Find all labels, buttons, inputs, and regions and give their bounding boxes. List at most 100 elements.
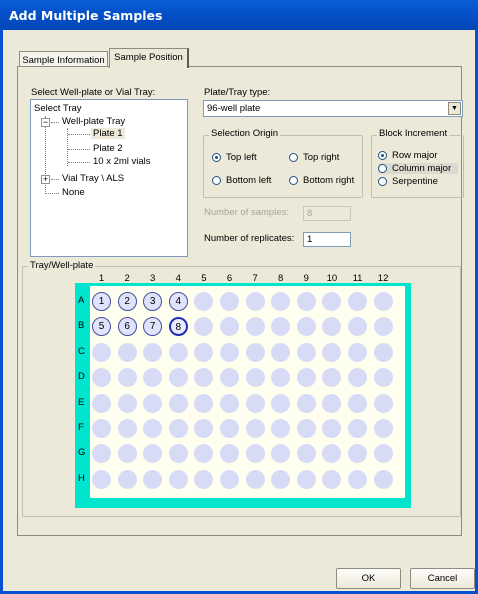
well[interactable]: [92, 419, 111, 438]
tree-item-wellplate[interactable]: Well-plate Tray: [62, 116, 125, 127]
cancel-button[interactable]: Cancel: [410, 568, 475, 589]
well[interactable]: [373, 292, 393, 311]
well[interactable]: [92, 469, 111, 489]
well[interactable]: [271, 342, 291, 362]
block-column-major-radio[interactable]: Column major: [378, 163, 458, 174]
well[interactable]: [296, 419, 316, 438]
origin-bottom-left-radio[interactable]: Bottom left: [212, 175, 271, 186]
well[interactable]: [373, 342, 393, 362]
selected-well[interactable]: 1: [92, 292, 111, 311]
row-label: B: [78, 320, 85, 332]
tree-item-vials[interactable]: 10 x 2ml vials: [93, 156, 151, 167]
well[interactable]: [168, 419, 188, 438]
well[interactable]: [296, 342, 316, 362]
well[interactable]: [168, 342, 188, 362]
well[interactable]: [373, 393, 393, 413]
well[interactable]: [296, 393, 316, 413]
well[interactable]: [220, 469, 239, 489]
radio-dot-icon: [378, 151, 387, 160]
well[interactable]: [296, 292, 316, 311]
selected-well[interactable]: 2: [117, 292, 137, 311]
selection-origin-group: [203, 135, 363, 198]
well[interactable]: [168, 368, 188, 388]
origin-bottom-right-radio[interactable]: Bottom right: [289, 175, 354, 186]
well[interactable]: [143, 342, 163, 362]
origin-top-right-radio[interactable]: Top right: [289, 152, 339, 163]
platetype-select[interactable]: 96-well plate ▼: [203, 100, 463, 117]
well[interactable]: [143, 469, 163, 489]
well[interactable]: [117, 469, 137, 489]
well[interactable]: [117, 342, 137, 362]
block-row-major-radio[interactable]: Row major: [378, 150, 437, 161]
serpentine-label: Serpentine: [392, 176, 438, 187]
selected-well[interactable]: 4: [168, 292, 188, 311]
well[interactable]: [194, 393, 214, 413]
well[interactable]: [245, 368, 265, 388]
well[interactable]: [117, 368, 137, 388]
well[interactable]: [220, 393, 239, 413]
well[interactable]: [245, 292, 265, 311]
well[interactable]: [245, 469, 265, 489]
origin-top-left-radio[interactable]: Top left: [212, 152, 257, 163]
well[interactable]: [373, 444, 393, 464]
collapse-icon[interactable]: −: [41, 118, 50, 127]
well[interactable]: [245, 444, 265, 464]
tree-item-plate2[interactable]: Plate 2: [93, 143, 123, 154]
well[interactable]: [271, 393, 291, 413]
well[interactable]: [92, 342, 111, 362]
column-label: 1: [98, 273, 105, 284]
num-samples-label: Number of samples:: [204, 207, 290, 218]
well[interactable]: [373, 419, 393, 438]
block-serpentine-radio[interactable]: Serpentine: [378, 176, 438, 187]
tab-sample-position[interactable]: Sample Position: [109, 48, 189, 68]
well[interactable]: [168, 393, 188, 413]
selected-well[interactable]: 6: [117, 317, 137, 337]
radio-dot-icon: [212, 176, 221, 185]
well[interactable]: [296, 368, 316, 388]
tree-item-vialtray[interactable]: Vial Tray \ ALS: [62, 173, 124, 184]
well[interactable]: [245, 419, 265, 438]
window-title: Add Multiple Samples: [0, 0, 478, 30]
well[interactable]: [220, 292, 239, 311]
ok-button[interactable]: OK: [336, 568, 401, 589]
expand-icon[interactable]: +: [41, 175, 50, 184]
tray-tree[interactable]: Select Tray − Well-plate Tray Plate 1 Pl…: [30, 99, 188, 257]
radio-dot-icon: [378, 164, 387, 173]
well[interactable]: [117, 393, 137, 413]
well[interactable]: [348, 292, 367, 311]
num-replicates-field[interactable]: 1: [303, 232, 351, 247]
well[interactable]: [143, 393, 163, 413]
well[interactable]: [348, 342, 367, 362]
well[interactable]: [296, 469, 316, 489]
well[interactable]: [117, 419, 137, 438]
well[interactable]: [117, 444, 137, 464]
row-label: D: [78, 371, 85, 383]
tray-select-label: Select Well-plate or Vial Tray:: [31, 87, 156, 98]
num-samples-field: 8: [303, 206, 351, 221]
well[interactable]: [373, 317, 393, 337]
well[interactable]: [92, 393, 111, 413]
well[interactable]: [348, 419, 367, 438]
well[interactable]: [348, 469, 367, 489]
well[interactable]: [245, 342, 265, 362]
radio-dot-icon: [378, 177, 387, 186]
tree-item-plate1[interactable]: Plate 1: [91, 128, 125, 139]
tree-item-none[interactable]: None: [62, 187, 85, 198]
column-label: 8: [278, 273, 284, 284]
column-label: 9: [303, 273, 309, 284]
tree-root[interactable]: Select Tray: [34, 103, 82, 114]
well[interactable]: [322, 393, 342, 413]
well[interactable]: [373, 469, 393, 489]
well[interactable]: [220, 342, 239, 362]
well[interactable]: [168, 469, 188, 489]
chevron-down-icon[interactable]: ▼: [448, 102, 461, 115]
well[interactable]: [245, 393, 265, 413]
column-label: 12: [377, 273, 389, 284]
row-label: H: [78, 472, 85, 484]
well[interactable]: [271, 469, 291, 489]
row-label: F: [78, 422, 84, 433]
well[interactable]: [348, 393, 367, 413]
well[interactable]: [220, 419, 239, 438]
well[interactable]: [373, 368, 393, 388]
well[interactable]: [245, 317, 265, 337]
